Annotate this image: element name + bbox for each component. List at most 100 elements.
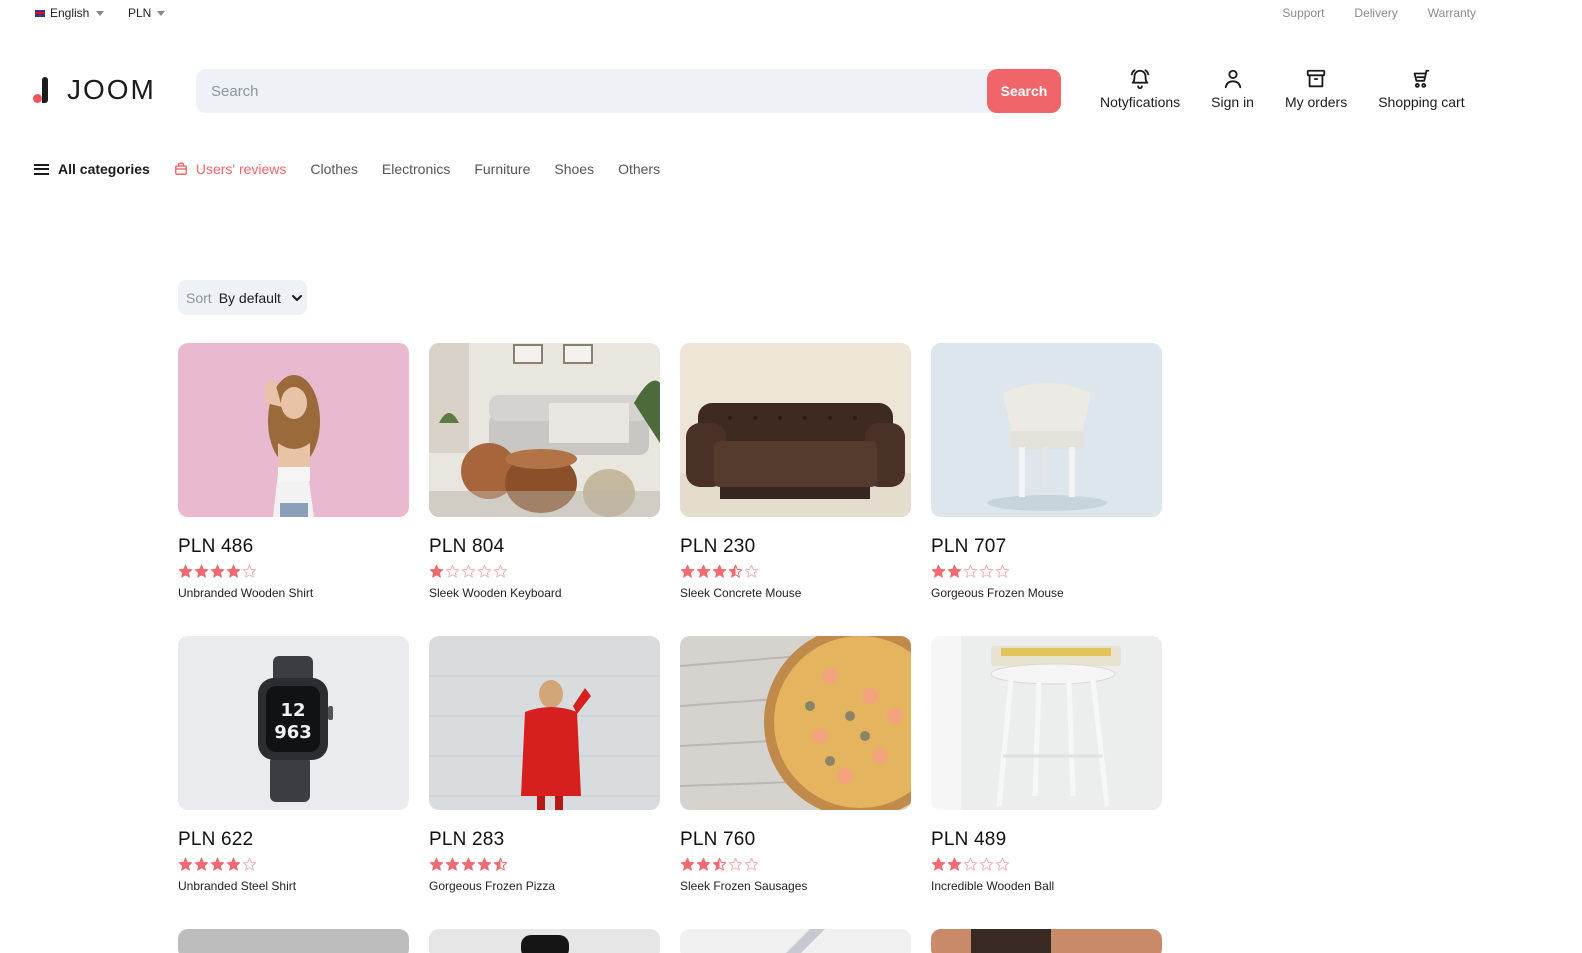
rating-stars bbox=[429, 564, 660, 580]
product-image[interactable] bbox=[429, 929, 660, 953]
product-card[interactable]: PLN 489 Incredible Wooden Ball bbox=[931, 636, 1162, 929]
product-card[interactable]: PLN 486 Unbranded Wooden Shirt bbox=[178, 343, 409, 636]
chevron-down-icon bbox=[291, 294, 302, 301]
support-link[interactable]: Support bbox=[1282, 6, 1324, 20]
star-empty-icon bbox=[477, 564, 492, 579]
delivery-link[interactable]: Delivery bbox=[1354, 6, 1397, 20]
users-reviews-link[interactable]: Users' reviews bbox=[174, 161, 287, 177]
nav-electronics[interactable]: Electronics bbox=[382, 161, 450, 177]
product-card[interactable] bbox=[429, 929, 660, 953]
star-filled-icon bbox=[680, 857, 695, 872]
product-image[interactable] bbox=[931, 343, 1162, 517]
star-filled-icon bbox=[429, 564, 444, 579]
product-name[interactable]: Unbranded Steel Shirt bbox=[178, 879, 409, 893]
nav-clothes[interactable]: Clothes bbox=[310, 161, 357, 177]
product-price: PLN 622 bbox=[178, 829, 254, 850]
star-filled-icon bbox=[445, 857, 460, 872]
product-image[interactable] bbox=[931, 636, 1162, 810]
search-input[interactable] bbox=[211, 69, 971, 113]
svg-text:12: 12 bbox=[280, 700, 305, 721]
user-icon bbox=[1224, 69, 1241, 89]
product-name[interactable]: Sleek Concrete Mouse bbox=[680, 586, 911, 600]
product-price: PLN 804 bbox=[429, 536, 505, 557]
product-image[interactable] bbox=[429, 343, 660, 517]
product-card[interactable] bbox=[931, 929, 1162, 953]
product-card[interactable]: PLN 283 Gorgeous Frozen Pizza bbox=[429, 636, 660, 929]
language-selector[interactable]: English bbox=[35, 6, 105, 20]
product-card[interactable]: PLN 760 Sleek Frozen Sausages bbox=[680, 636, 911, 929]
product-name[interactable]: Gorgeous Frozen Pizza bbox=[429, 879, 660, 893]
star-filled-icon bbox=[931, 564, 946, 579]
product-name[interactable]: Incredible Wooden Ball bbox=[931, 879, 1162, 893]
product-card[interactable]: PLN 707 Gorgeous Frozen Mouse bbox=[931, 343, 1162, 636]
search-bar: Search bbox=[196, 69, 1061, 113]
product-card[interactable]: PLN 230 Sleek Concrete Mouse bbox=[680, 343, 911, 636]
all-categories-label: All categories bbox=[58, 161, 150, 177]
star-empty-icon bbox=[493, 564, 508, 579]
product-image[interactable] bbox=[178, 929, 409, 953]
product-name[interactable]: Unbranded Wooden Shirt bbox=[178, 586, 409, 600]
language-label: English bbox=[50, 6, 90, 20]
product-image[interactable] bbox=[931, 929, 1162, 953]
all-categories-button[interactable]: All categories bbox=[34, 161, 150, 177]
users-reviews-label: Users' reviews bbox=[195, 161, 287, 177]
notifications-button[interactable]: Notyfications bbox=[1100, 68, 1180, 110]
product-image[interactable] bbox=[680, 929, 911, 953]
product-name[interactable]: Sleek Frozen Sausages bbox=[680, 879, 911, 893]
rating-stars bbox=[178, 564, 409, 580]
product-name[interactable]: Sleek Wooden Keyboard bbox=[429, 586, 660, 600]
sign-in-button[interactable]: Sign in bbox=[1211, 68, 1254, 110]
rating-stars bbox=[931, 857, 1162, 873]
box-icon bbox=[1306, 69, 1326, 88]
star-empty-icon bbox=[963, 857, 978, 872]
product-image[interactable] bbox=[178, 343, 409, 517]
currency-label: PLN bbox=[128, 6, 152, 20]
product-image[interactable] bbox=[429, 636, 660, 810]
star-filled-icon bbox=[194, 857, 209, 872]
my-orders-button[interactable]: My orders bbox=[1285, 68, 1347, 110]
product-price: PLN 486 bbox=[178, 536, 254, 557]
shopping-cart-button[interactable]: Shopping cart bbox=[1378, 68, 1465, 110]
star-filled-icon bbox=[696, 857, 711, 872]
product-card[interactable]: 12 963 PLN 622 Unbranded Steel Shirt bbox=[178, 636, 409, 929]
search-button[interactable]: Search bbox=[987, 69, 1061, 113]
star-filled-icon bbox=[226, 857, 241, 872]
star-empty-icon bbox=[242, 564, 257, 579]
sort-dropdown[interactable]: Sort By default bbox=[178, 280, 307, 315]
logo[interactable]: JOOM bbox=[33, 74, 156, 106]
menu-icon bbox=[34, 163, 49, 175]
product-image[interactable] bbox=[680, 343, 911, 517]
product-price: PLN 283 bbox=[429, 829, 505, 850]
rating-stars bbox=[680, 564, 911, 580]
rating-stars bbox=[178, 857, 409, 873]
svg-text:963: 963 bbox=[274, 722, 312, 743]
rating-stars bbox=[931, 564, 1162, 580]
product-grid: PLN 486 Unbranded Wooden Shirt PLN 804 S… bbox=[178, 343, 1162, 953]
product-price: PLN 707 bbox=[931, 536, 1007, 557]
star-half-icon bbox=[493, 857, 508, 872]
nav-furniture[interactable]: Furniture bbox=[474, 161, 530, 177]
currency-selector[interactable]: PLN bbox=[128, 6, 166, 20]
star-filled-icon bbox=[194, 564, 209, 579]
logo-text: JOOM bbox=[67, 74, 156, 105]
star-filled-icon bbox=[210, 564, 225, 579]
star-empty-icon bbox=[744, 857, 759, 872]
star-empty-icon bbox=[979, 564, 994, 579]
sort-label: Sort bbox=[186, 289, 212, 306]
header-actions: Notyfications Sign in My orders Shopping… bbox=[1100, 68, 1465, 110]
product-card[interactable]: PLN 804 Sleek Wooden Keyboard bbox=[429, 343, 660, 636]
product-card[interactable] bbox=[680, 929, 911, 953]
product-price: PLN 489 bbox=[931, 829, 1007, 850]
product-card[interactable] bbox=[178, 929, 409, 953]
star-filled-icon bbox=[712, 564, 727, 579]
product-image[interactable]: 12 963 bbox=[178, 636, 409, 810]
product-name[interactable]: Gorgeous Frozen Mouse bbox=[931, 586, 1162, 600]
warranty-link[interactable]: Warranty bbox=[1428, 6, 1476, 20]
star-filled-icon bbox=[947, 564, 962, 579]
caret-down-icon bbox=[157, 10, 166, 16]
nav-shoes[interactable]: Shoes bbox=[554, 161, 594, 177]
nav-others[interactable]: Others bbox=[618, 161, 660, 177]
product-image[interactable] bbox=[680, 636, 911, 810]
star-empty-icon bbox=[242, 857, 257, 872]
star-empty-icon bbox=[461, 564, 476, 579]
